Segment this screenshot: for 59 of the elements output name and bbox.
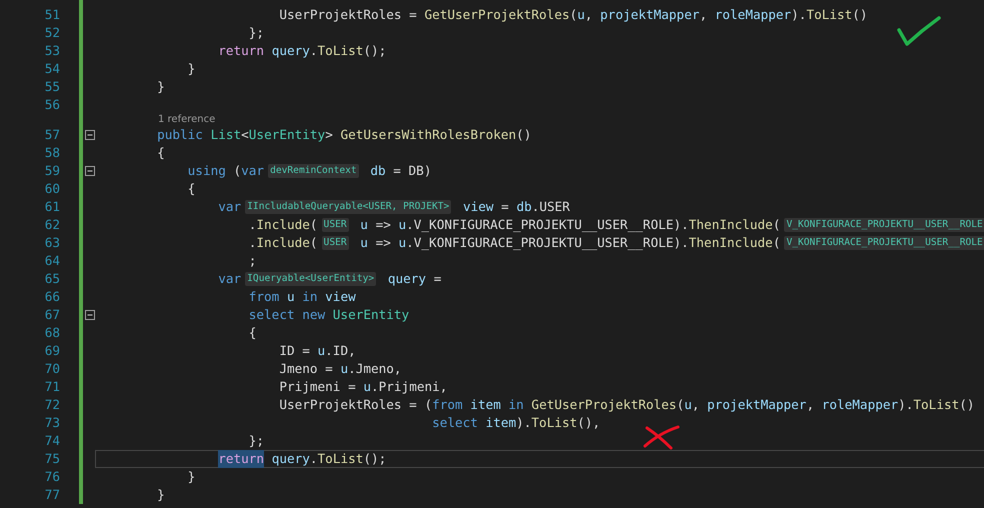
code-line: return query.ToList(); [217,42,386,60]
code-line: } [186,468,196,486]
line-number: 58 [44,144,60,162]
code-line: public List<UserEntity> GetUsersWithRolesBroken() [156,126,532,144]
line-number: 67 [44,306,60,324]
code-line: UserProjektRoles = GetUserProjektRoles(u, projektMapper, roleMapper).ToList() [278,6,868,24]
line-number: 76 [44,468,60,486]
line-number: 77 [44,486,60,504]
code-line: .Include( USER u => u.V_KONFIGURACE_PROJEKTU__USER__ROLE).ThenInclude( V_KONFIGURACE_PROJEKTU__USER__ROLE [248,216,984,234]
line-number: 69 [44,342,60,360]
code-line: } [186,60,196,78]
reference-count-link[interactable]: 1 reference [158,114,216,126]
line-number: 68 [44,324,60,342]
code-line: }; [248,24,264,42]
code-line: Prijmeni = u.Prijmeni, [278,378,448,396]
code-line: { [248,324,256,342]
line-number: 62 [44,216,60,234]
code-line: select new UserEntity [248,306,410,324]
line-number: 56 [44,96,60,114]
collapse-toggle[interactable] [84,130,94,140]
code-line: { [156,144,165,162]
line-number: 63 [44,234,60,252]
code-line: Jmeno = u.Jmeno, [278,360,402,378]
code-line: return query.ToList(); [95,450,984,468]
code-line: ID = u.ID, [278,342,356,360]
checkmark-drawing [897,16,941,46]
code-line: }; [248,432,264,450]
line-number: 74 [44,432,60,450]
code-line: var IIncludableQueryable<USER, PROJEKT> view = db.USER [217,198,570,216]
code-line: var IQueryable<UserEntity> query = [217,270,442,288]
code-line: select item).ToList(), [431,414,600,432]
collapse-toggle[interactable] [84,166,94,176]
code-line: } [156,486,165,504]
line-number: 55 [44,78,60,96]
code-line: from u in view [248,288,356,306]
code-line: ; [248,252,256,270]
collapse-toggle[interactable] [84,310,94,320]
line-number: 61 [44,198,60,216]
line-number: 53 [44,42,60,60]
line-number: 52 [44,24,60,42]
line-number: 75 [44,450,60,468]
line-number: 57 [44,126,60,144]
code-line: } [156,78,165,96]
line-number: 51 [44,6,60,24]
cross-drawing [644,426,680,450]
code-line: .Include( USER u => u.V_KONFIGURACE_PROJEKTU__USER__ROLE).ThenInclude( V_KONFIGURACE_PROJEKTU__USER__ROLE [248,234,984,252]
line-number: 72 [44,396,60,414]
line-number: 59 [44,162,60,180]
code-line: { [186,180,196,198]
line-number: 73 [44,414,60,432]
code-line: UserProjektRoles = (from item in GetUserProjektRoles(u, projektMapper, roleMapper).ToList() [278,396,975,414]
line-number: 71 [44,378,60,396]
line-number: 64 [44,252,60,270]
code-line: using (var devReminContext db = DB) [186,162,432,180]
line-number: 60 [44,180,60,198]
line-number: 54 [44,60,60,78]
line-number: 70 [44,360,60,378]
line-number: 65 [44,270,60,288]
line-number: 66 [44,288,60,306]
